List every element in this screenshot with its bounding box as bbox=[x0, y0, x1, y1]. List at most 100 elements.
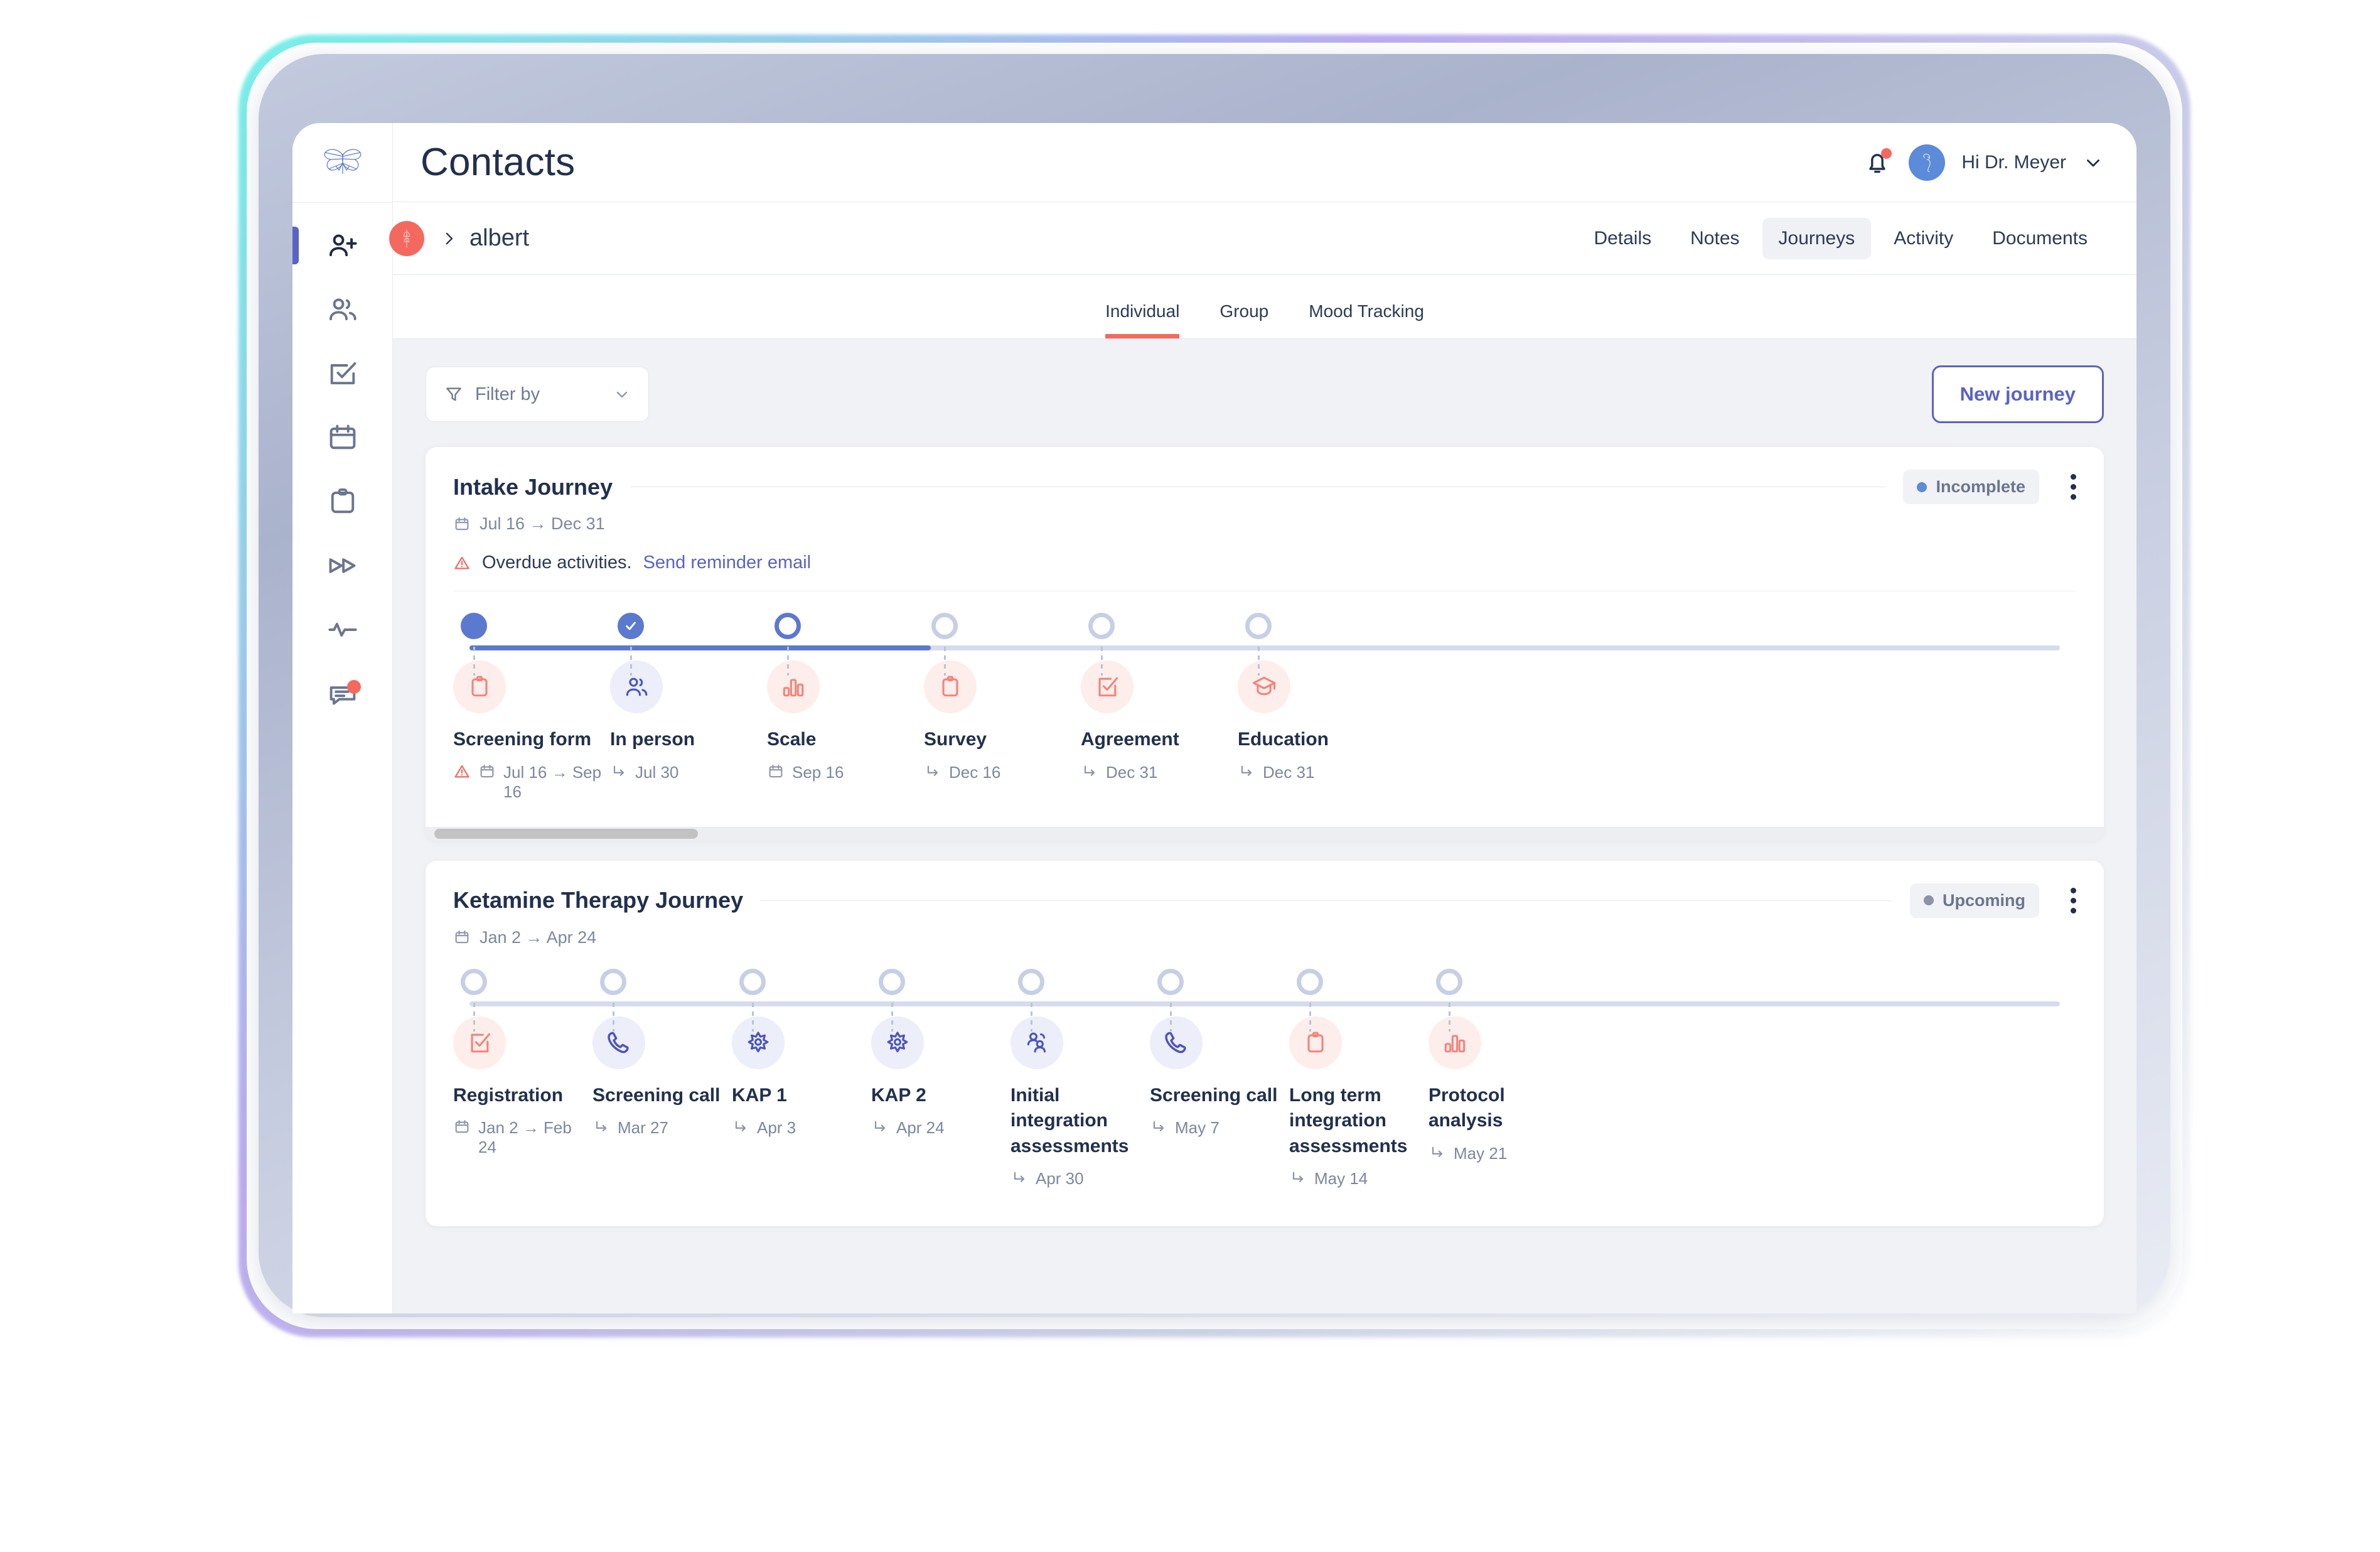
sidebar-item-fast-forward[interactable] bbox=[292, 542, 392, 590]
step-node[interactable] bbox=[600, 968, 626, 995]
tab-details[interactable]: Details bbox=[1577, 218, 1668, 259]
graduation-cap-icon bbox=[1238, 660, 1290, 713]
journey-step[interactable]: Education Dec 31 bbox=[1238, 613, 1395, 802]
tab-notes[interactable]: Notes bbox=[1674, 218, 1756, 259]
topbar-right: Hi Dr. Meyer bbox=[1862, 144, 2104, 181]
journey-title: Intake Journey bbox=[453, 473, 613, 500]
clipboard-icon bbox=[1289, 1016, 1342, 1069]
step-node[interactable] bbox=[1245, 613, 1272, 639]
step-date: Apr 30 bbox=[1010, 1169, 1150, 1188]
tab-documents[interactable]: Documents bbox=[1976, 218, 2104, 259]
step-node[interactable] bbox=[1018, 968, 1044, 995]
journey-card-list: Intake Journey Incomplete Jul 16 → Dec 31 O… bbox=[426, 447, 2104, 1226]
step-date: Dec 31 bbox=[1081, 763, 1238, 782]
journey-step[interactable]: Registration Jan 2 → Feb 24 bbox=[453, 968, 592, 1189]
step-date-icon bbox=[1150, 1118, 1167, 1136]
sidebar-item-calendar[interactable] bbox=[292, 414, 392, 461]
sidebar-item-people[interactable] bbox=[292, 286, 392, 333]
step-node[interactable] bbox=[879, 968, 905, 995]
journey-step[interactable]: KAP 2 Apr 24 bbox=[871, 968, 1010, 1189]
step-title: Education bbox=[1238, 729, 1329, 750]
journey-step[interactable]: Screening call May 7 bbox=[1150, 968, 1289, 1189]
step-connector bbox=[473, 1002, 475, 1032]
clipboard-icon bbox=[924, 660, 977, 713]
sidebar-item-activity[interactable] bbox=[292, 606, 392, 654]
tab-journeys[interactable]: Journeys bbox=[1762, 217, 1872, 259]
step-date-icon bbox=[1289, 1169, 1307, 1187]
journey-step[interactable]: Screening form Jul 16 → Sep 16 bbox=[453, 613, 610, 802]
contact-avatar[interactable] bbox=[389, 220, 424, 256]
contact-tabs: Details Notes Journeys Activity Document… bbox=[1577, 217, 2104, 259]
step-date-text: May 14 bbox=[1314, 1169, 1368, 1188]
timeline-steps: Screening form Jul 16 → Sep 16 In person Ju… bbox=[453, 613, 2076, 802]
step-connector bbox=[891, 1002, 893, 1032]
step-connector bbox=[1449, 1002, 1450, 1032]
subtab-group[interactable]: Group bbox=[1219, 301, 1268, 338]
journey-step[interactable]: Scale Sep 16 bbox=[767, 613, 924, 802]
subtab-mood-tracking[interactable]: Mood Tracking bbox=[1309, 301, 1424, 338]
subtab-individual[interactable]: Individual bbox=[1105, 301, 1180, 338]
step-connector bbox=[752, 1002, 754, 1032]
journey-step[interactable]: Survey Dec 16 bbox=[924, 613, 1081, 802]
step-node[interactable] bbox=[461, 613, 487, 639]
sidebar-item-messages[interactable] bbox=[292, 670, 392, 718]
avatar[interactable] bbox=[1909, 144, 1946, 181]
contact-name: albert bbox=[469, 225, 530, 251]
journey-step[interactable]: Long term integration assessments May 14 bbox=[1289, 968, 1429, 1189]
clipboard-icon bbox=[331, 488, 354, 514]
step-node[interactable] bbox=[1297, 968, 1323, 995]
step-date-text: Apr 30 bbox=[1036, 1169, 1084, 1188]
scrollbar-thumb[interactable] bbox=[434, 828, 698, 839]
step-date-icon bbox=[1010, 1169, 1028, 1187]
step-title: Long term integration assessments bbox=[1289, 1084, 1408, 1156]
brand-logo[interactable] bbox=[292, 123, 392, 202]
journey-step[interactable]: Screening call Mar 27 bbox=[592, 968, 732, 1189]
step-title: Screening form bbox=[453, 729, 592, 750]
fast-forward-icon bbox=[329, 558, 355, 573]
step-date-text: Mar 27 bbox=[618, 1118, 668, 1137]
step-node[interactable] bbox=[931, 613, 958, 639]
step-connector bbox=[944, 647, 946, 676]
add-contact-icon bbox=[329, 234, 357, 257]
new-journey-button[interactable]: New journey bbox=[1931, 365, 2104, 423]
calendar-icon bbox=[453, 515, 471, 533]
step-date-text: Jul 30 bbox=[635, 762, 679, 782]
step-title: Agreement bbox=[1081, 729, 1179, 750]
journey-options-button[interactable] bbox=[2057, 474, 2076, 500]
horizontal-scrollbar[interactable] bbox=[426, 826, 2104, 841]
step-node[interactable] bbox=[739, 968, 766, 995]
journey-step[interactable]: Agreement Dec 31 bbox=[1081, 613, 1238, 802]
journey-step[interactable]: Protocol analysis May 21 bbox=[1429, 968, 1568, 1189]
sidebar-item-clipboard[interactable] bbox=[292, 478, 392, 525]
sidebar-item-add-contact[interactable] bbox=[292, 222, 392, 269]
account-menu-button[interactable] bbox=[2082, 152, 2104, 173]
filter-by-dropdown[interactable]: Filter by bbox=[426, 367, 649, 422]
step-node[interactable] bbox=[461, 968, 487, 995]
step-node[interactable] bbox=[1157, 968, 1184, 995]
tab-activity[interactable]: Activity bbox=[1877, 218, 1970, 259]
send-reminder-email-link[interactable]: Send reminder email bbox=[643, 552, 812, 573]
sidebar-item-tasks[interactable] bbox=[292, 350, 392, 397]
step-date-text: May 21 bbox=[1454, 1143, 1508, 1163]
journey-options-button[interactable] bbox=[2057, 887, 2076, 913]
messages-badge bbox=[347, 680, 361, 694]
step-title: KAP 1 bbox=[732, 1084, 787, 1106]
breadcrumb-chevron-icon[interactable] bbox=[439, 228, 458, 249]
people-icon bbox=[329, 298, 356, 321]
notifications-button[interactable] bbox=[1862, 148, 1892, 178]
card-bottom-padding bbox=[453, 1200, 2076, 1226]
laptop-screen: Contacts Hi Dr. Meyer albert Details Not… bbox=[292, 123, 2136, 1313]
step-node[interactable] bbox=[1436, 968, 1462, 995]
journey-step[interactable]: KAP 1 Apr 3 bbox=[732, 968, 871, 1189]
step-node[interactable] bbox=[618, 613, 644, 639]
step-node[interactable] bbox=[775, 613, 801, 639]
step-date-text: Dec 31 bbox=[1106, 762, 1158, 782]
journey-date-range-text: Jan 2 → Apr 24 bbox=[480, 927, 597, 947]
step-date: Sep 16 bbox=[767, 763, 924, 782]
step-date-icon bbox=[592, 1118, 610, 1136]
journey-step[interactable]: In person Jul 30 bbox=[610, 613, 767, 802]
journey-step[interactable]: Initial integration assessments Apr 30 bbox=[1010, 968, 1150, 1189]
step-title: Screening call bbox=[592, 1084, 721, 1106]
step-node[interactable] bbox=[1088, 613, 1115, 639]
medical-star-icon bbox=[871, 1016, 924, 1069]
